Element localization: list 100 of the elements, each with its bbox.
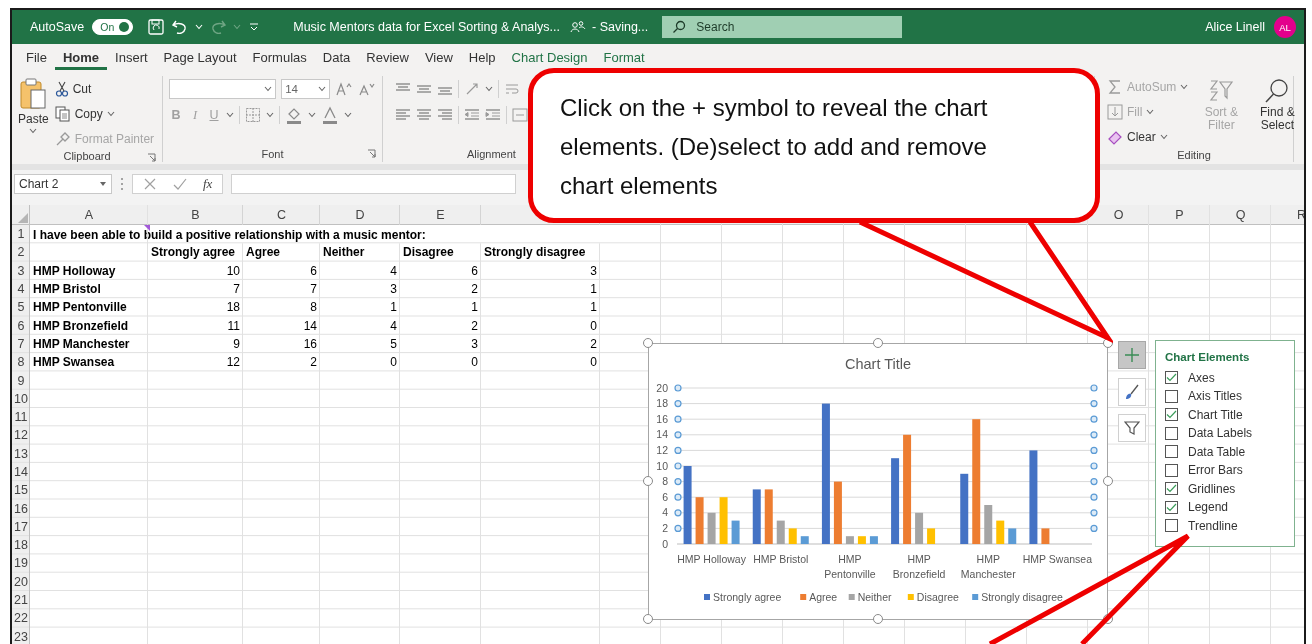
chart-bar[interactable] [869, 536, 878, 544]
checkbox[interactable] [1165, 426, 1178, 440]
formula-input[interactable] [231, 174, 517, 194]
legend-item[interactable]: Disagree [907, 591, 959, 603]
chart-bar[interactable] [683, 466, 692, 544]
row-header[interactable]: 3 [12, 261, 30, 280]
ribbon-tab[interactable]: Data [314, 44, 359, 70]
row-header[interactable]: 14 [12, 462, 30, 482]
row-header[interactable]: 4 [12, 279, 30, 299]
caret-icon[interactable] [266, 112, 274, 118]
chart-element-option[interactable]: Gridlines [1165, 480, 1285, 497]
caret-icon[interactable] [344, 112, 352, 118]
chart-bar[interactable] [800, 536, 809, 544]
ribbon-tab[interactable]: File [18, 44, 55, 70]
name-box[interactable]: Chart 2 [14, 174, 112, 194]
row-header[interactable]: 16 [12, 499, 30, 518]
font-color-icon[interactable] [321, 106, 339, 124]
row-header[interactable]: 6 [12, 316, 30, 335]
row-header[interactable]: 18 [12, 536, 30, 555]
column-header[interactable]: E [400, 205, 481, 225]
align-left-icon[interactable] [395, 108, 411, 122]
user-avatar[interactable]: AL [1274, 16, 1296, 38]
chart-elements-button[interactable] [1118, 341, 1146, 369]
row-header[interactable]: 11 [12, 407, 30, 427]
caret-icon[interactable] [308, 112, 316, 118]
fill-color-icon[interactable] [285, 106, 303, 124]
autosave-toggle[interactable]: On [92, 19, 134, 35]
chart-title[interactable]: Chart Title [844, 356, 912, 372]
chart-element-option[interactable]: Data Table [1165, 443, 1285, 460]
checkbox[interactable] [1165, 463, 1178, 477]
checkbox[interactable] [1165, 371, 1178, 384]
chart-bar[interactable] [984, 505, 993, 544]
copy-icon[interactable] [54, 106, 71, 122]
ribbon-tab[interactable]: Review [358, 44, 417, 70]
row-header[interactable]: 5 [12, 298, 30, 317]
row-header[interactable]: 8 [12, 353, 30, 372]
row-header[interactable]: 10 [12, 389, 30, 408]
borders-icon[interactable] [245, 107, 261, 123]
paste-button[interactable]: Paste [18, 76, 49, 150]
chart-element-option[interactable]: Axis Titles [1165, 388, 1285, 404]
row-header[interactable]: 15 [12, 481, 30, 500]
save-icon[interactable] [147, 18, 166, 36]
range-handles-drawing[interactable] [674, 384, 682, 532]
chart-bar[interactable] [1008, 528, 1017, 544]
grow-font-icon[interactable] [335, 81, 353, 97]
legend-item[interactable]: Strongly disagree [972, 591, 1063, 603]
chart-bar[interactable] [903, 434, 912, 544]
align-middle-icon[interactable] [416, 82, 432, 96]
cancel-icon[interactable] [143, 177, 157, 191]
search-field[interactable]: Search [662, 16, 903, 38]
ribbon-tab[interactable]: Format [595, 44, 653, 70]
checkbox[interactable] [1165, 408, 1178, 421]
wrap-text-icon[interactable] [504, 81, 520, 97]
range-handles-drawing[interactable] [1090, 384, 1098, 532]
find-select-button[interactable]: Find & Select [1254, 76, 1301, 148]
row-header[interactable]: 7 [12, 334, 30, 354]
search-icon[interactable] [1264, 78, 1291, 104]
align-right-icon[interactable] [437, 108, 453, 122]
caret-icon[interactable] [1159, 134, 1168, 140]
caret-icon[interactable] [485, 86, 493, 92]
chart-element-option[interactable]: Chart Title [1165, 406, 1285, 423]
column-header[interactable]: C [243, 205, 320, 225]
row-header[interactable]: 22 [12, 609, 30, 628]
dialog-launcher-icon[interactable] [367, 149, 376, 158]
chart-styles-button[interactable] [1118, 378, 1146, 406]
align-center-icon[interactable] [416, 108, 432, 122]
column-header[interactable]: B [148, 205, 243, 225]
chart-bar[interactable] [731, 520, 740, 544]
resize-handle[interactable] [873, 614, 883, 624]
chart-bar[interactable] [764, 489, 773, 544]
row-header[interactable]: 2 [12, 243, 30, 262]
chart-bar[interactable] [752, 489, 761, 544]
row-header[interactable]: 1 [12, 225, 30, 244]
row-header[interactable]: 19 [12, 554, 30, 573]
eraser-icon[interactable] [1107, 129, 1123, 145]
row-header[interactable]: 9 [12, 371, 30, 390]
clipboard-command[interactable]: Cut [54, 78, 155, 100]
column-header[interactable]: D [320, 205, 400, 225]
chart-element-option[interactable]: Legend [1165, 499, 1285, 515]
ribbon-tab[interactable]: View [416, 44, 461, 70]
coauthor-icon[interactable] [570, 20, 586, 34]
font-size-field[interactable]: 14 [281, 79, 330, 99]
redo-icon[interactable] [209, 18, 228, 36]
insert-function-button[interactable]: fx [203, 176, 213, 192]
row-header[interactable]: 12 [12, 426, 30, 445]
chart-bar[interactable] [695, 497, 704, 544]
ribbon-tab[interactable]: Formulas [244, 44, 315, 70]
resize-handle[interactable] [643, 476, 653, 486]
increase-indent-icon[interactable] [485, 108, 501, 122]
column-header[interactable]: A [30, 205, 148, 225]
checkbox[interactable] [1165, 389, 1178, 403]
resize-handle[interactable] [873, 338, 883, 348]
chart-bar[interactable] [972, 419, 981, 544]
enter-icon[interactable] [173, 177, 187, 191]
caret-icon[interactable] [264, 86, 273, 92]
chart-bar[interactable] [776, 520, 785, 544]
caret-icon[interactable] [318, 86, 326, 92]
caret-icon[interactable] [226, 112, 234, 118]
ribbon-tab[interactable]: Help [460, 44, 504, 70]
chart-element-option[interactable]: Trendline [1165, 517, 1285, 534]
